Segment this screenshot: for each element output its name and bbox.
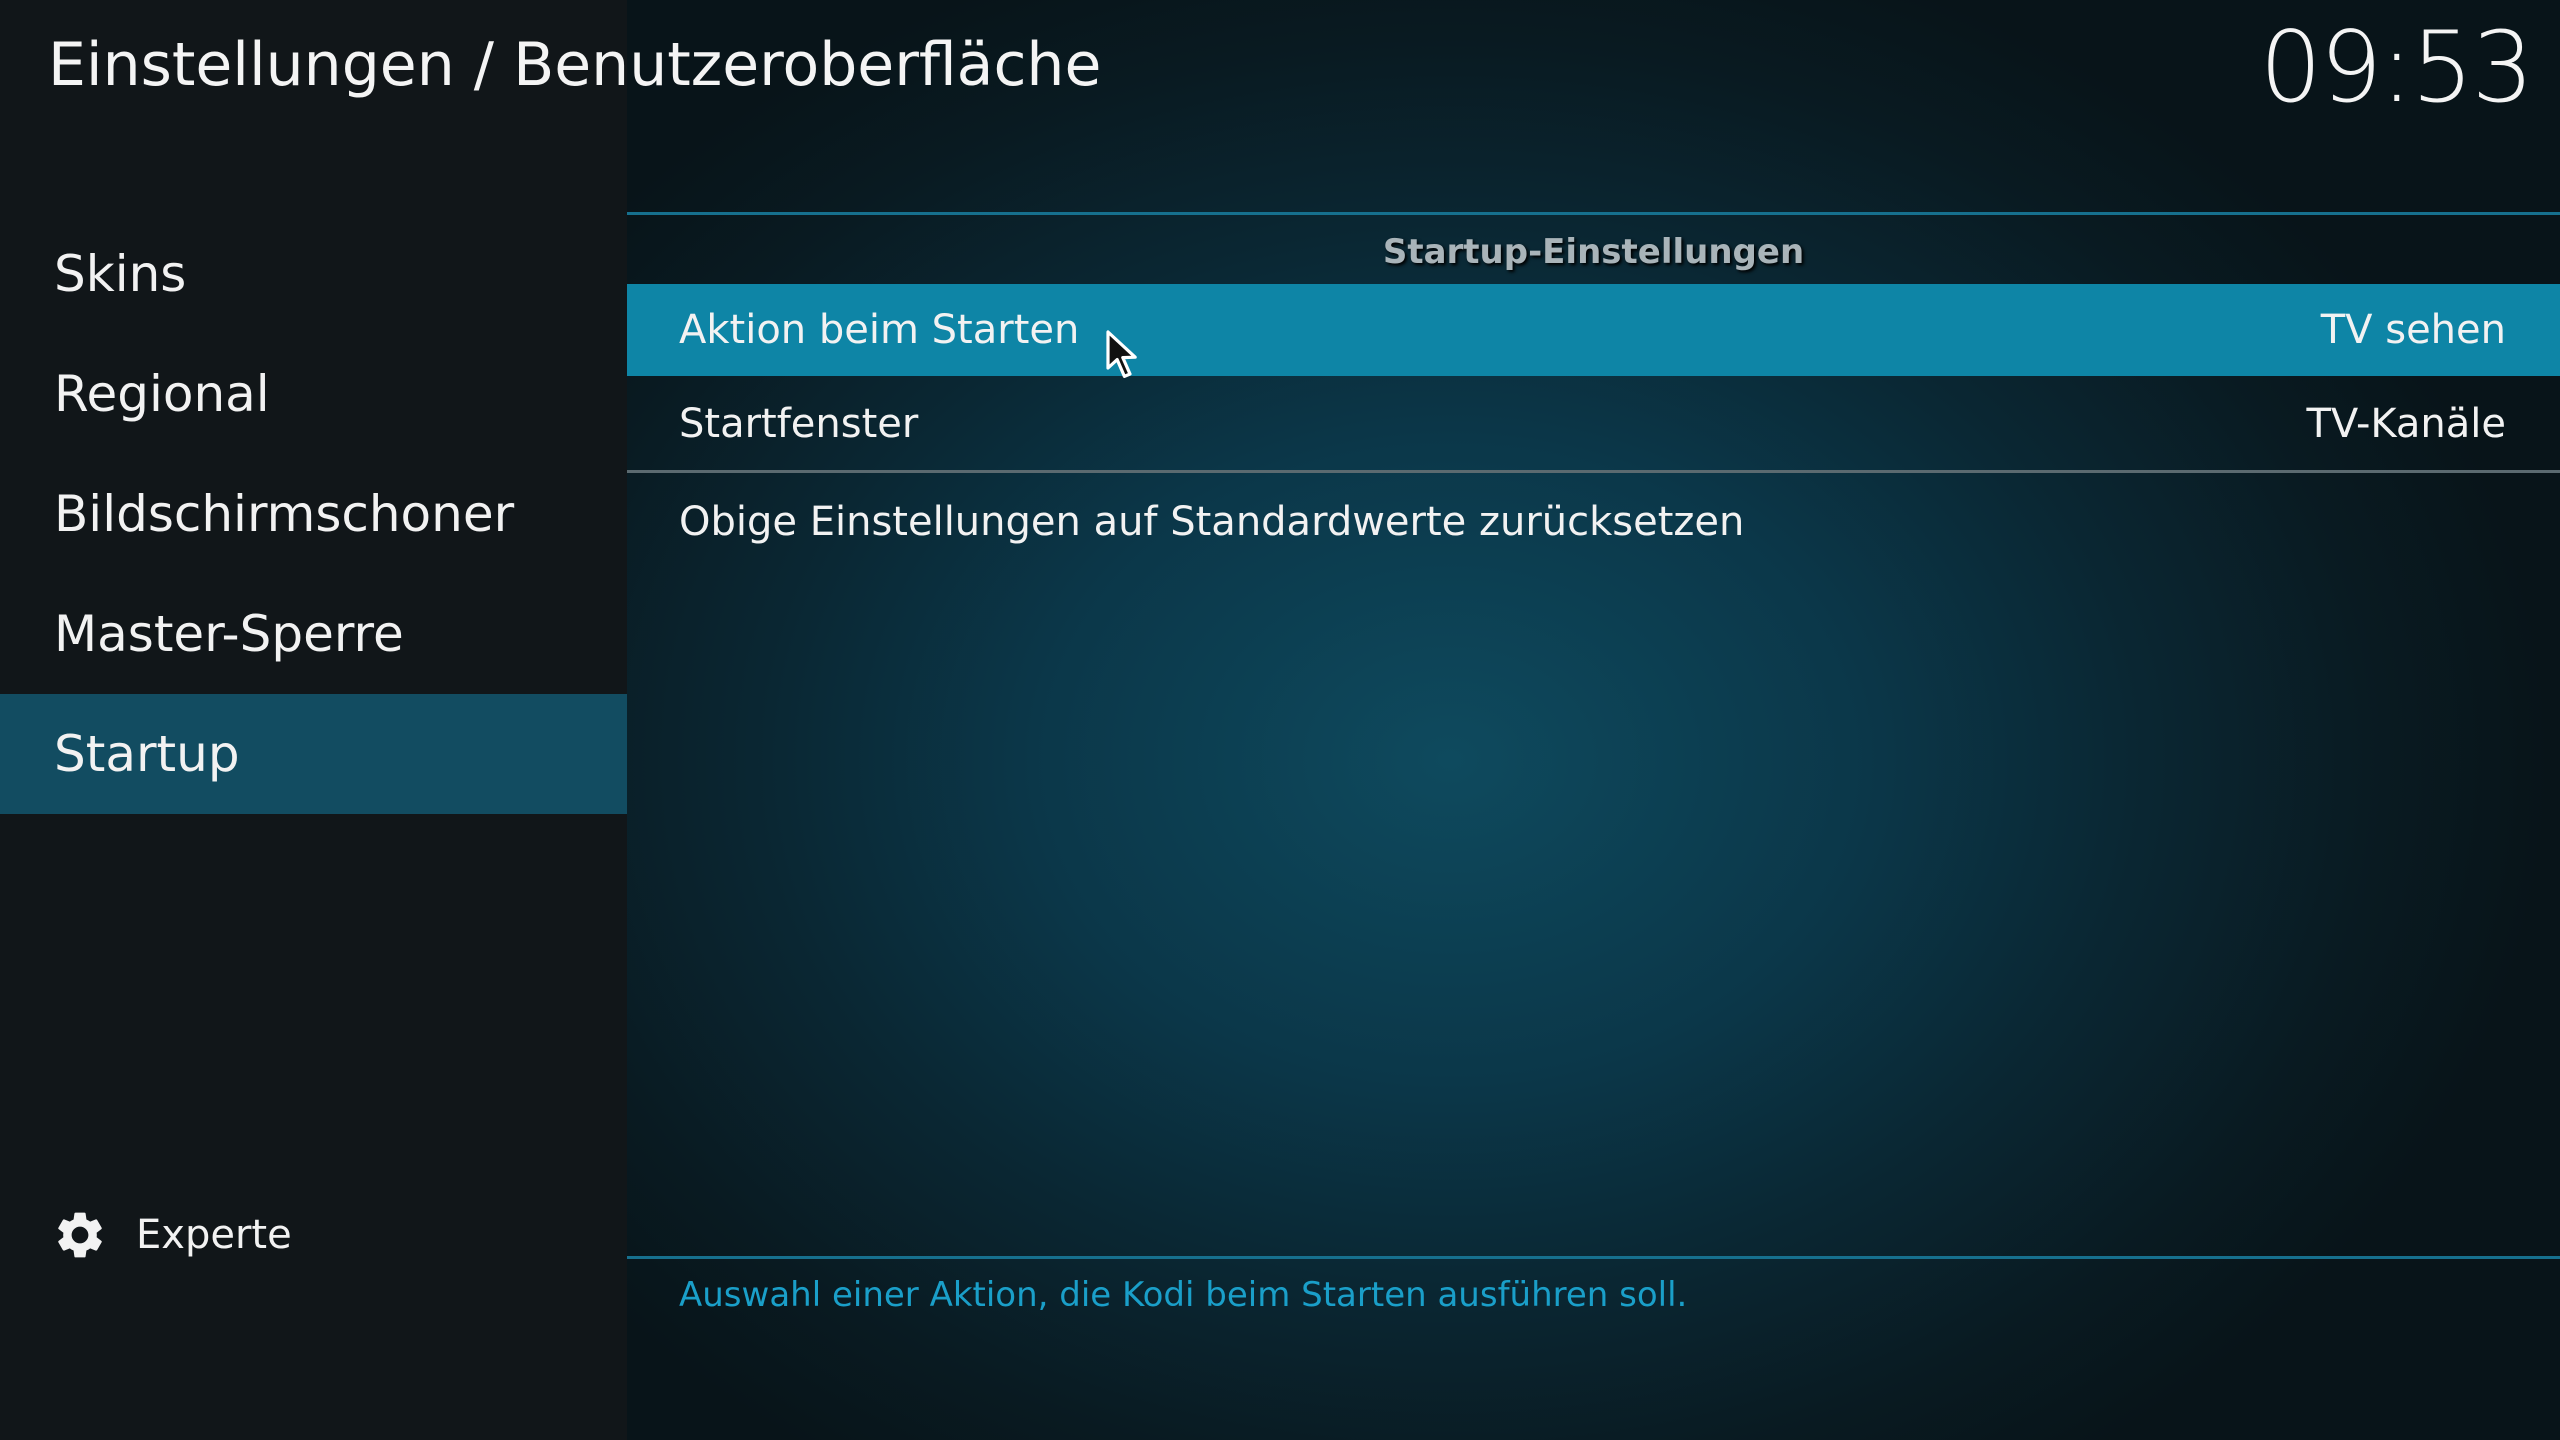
setting-label: Startfenster — [679, 401, 919, 447]
settings-panel: Startup-Einstellungen Aktion beim Starte… — [627, 0, 2560, 1440]
divider — [627, 1256, 2560, 1259]
mouse-cursor-icon — [1106, 330, 1137, 378]
sidebar-item-label: Regional — [54, 365, 270, 423]
gear-icon — [58, 1212, 102, 1258]
sidebar-item-label: Skins — [54, 245, 187, 303]
page-title: Einstellungen / Benutzeroberfläche — [48, 30, 1102, 100]
sidebar: Skins Regional Bildschirmschoner Master-… — [0, 0, 627, 1440]
sidebar-item-master-lock[interactable]: Master-Sperre — [0, 574, 627, 694]
divider — [627, 212, 2560, 215]
sidebar-item-regional[interactable]: Regional — [0, 334, 627, 454]
divider — [627, 470, 2560, 473]
sidebar-item-label: Master-Sperre — [54, 605, 404, 663]
sidebar-item-label: Bildschirmschoner — [54, 485, 515, 543]
sidebar-item-skins[interactable]: Skins — [0, 214, 627, 334]
setting-startup-window[interactable]: Startfenster TV-Kanäle — [627, 378, 2560, 470]
reset-defaults-label: Obige Einstellungen auf Standardwerte zu… — [679, 499, 1745, 545]
settings-level-label: Experte — [136, 1212, 292, 1258]
sidebar-item-label: Startup — [54, 725, 240, 783]
sidebar-item-startup[interactable]: Startup — [0, 694, 627, 814]
help-text: Auswahl einer Aktion, die Kodi beim Star… — [679, 1275, 1688, 1315]
sidebar-item-screensaver[interactable]: Bildschirmschoner — [0, 454, 627, 574]
kodi-settings-screen: Skins Regional Bildschirmschoner Master-… — [0, 0, 2560, 1440]
settings-level-button[interactable]: Experte — [52, 1200, 292, 1270]
setting-label: Aktion beim Starten — [679, 307, 1080, 353]
reset-defaults-button[interactable]: Obige Einstellungen auf Standardwerte zu… — [627, 476, 2560, 568]
setting-value: TV-Kanäle — [2306, 401, 2506, 447]
setting-startup-action[interactable]: Aktion beim Starten TV sehen — [627, 284, 2560, 376]
section-title: Startup-Einstellungen — [1382, 232, 1805, 272]
setting-value: TV sehen — [2320, 307, 2506, 353]
